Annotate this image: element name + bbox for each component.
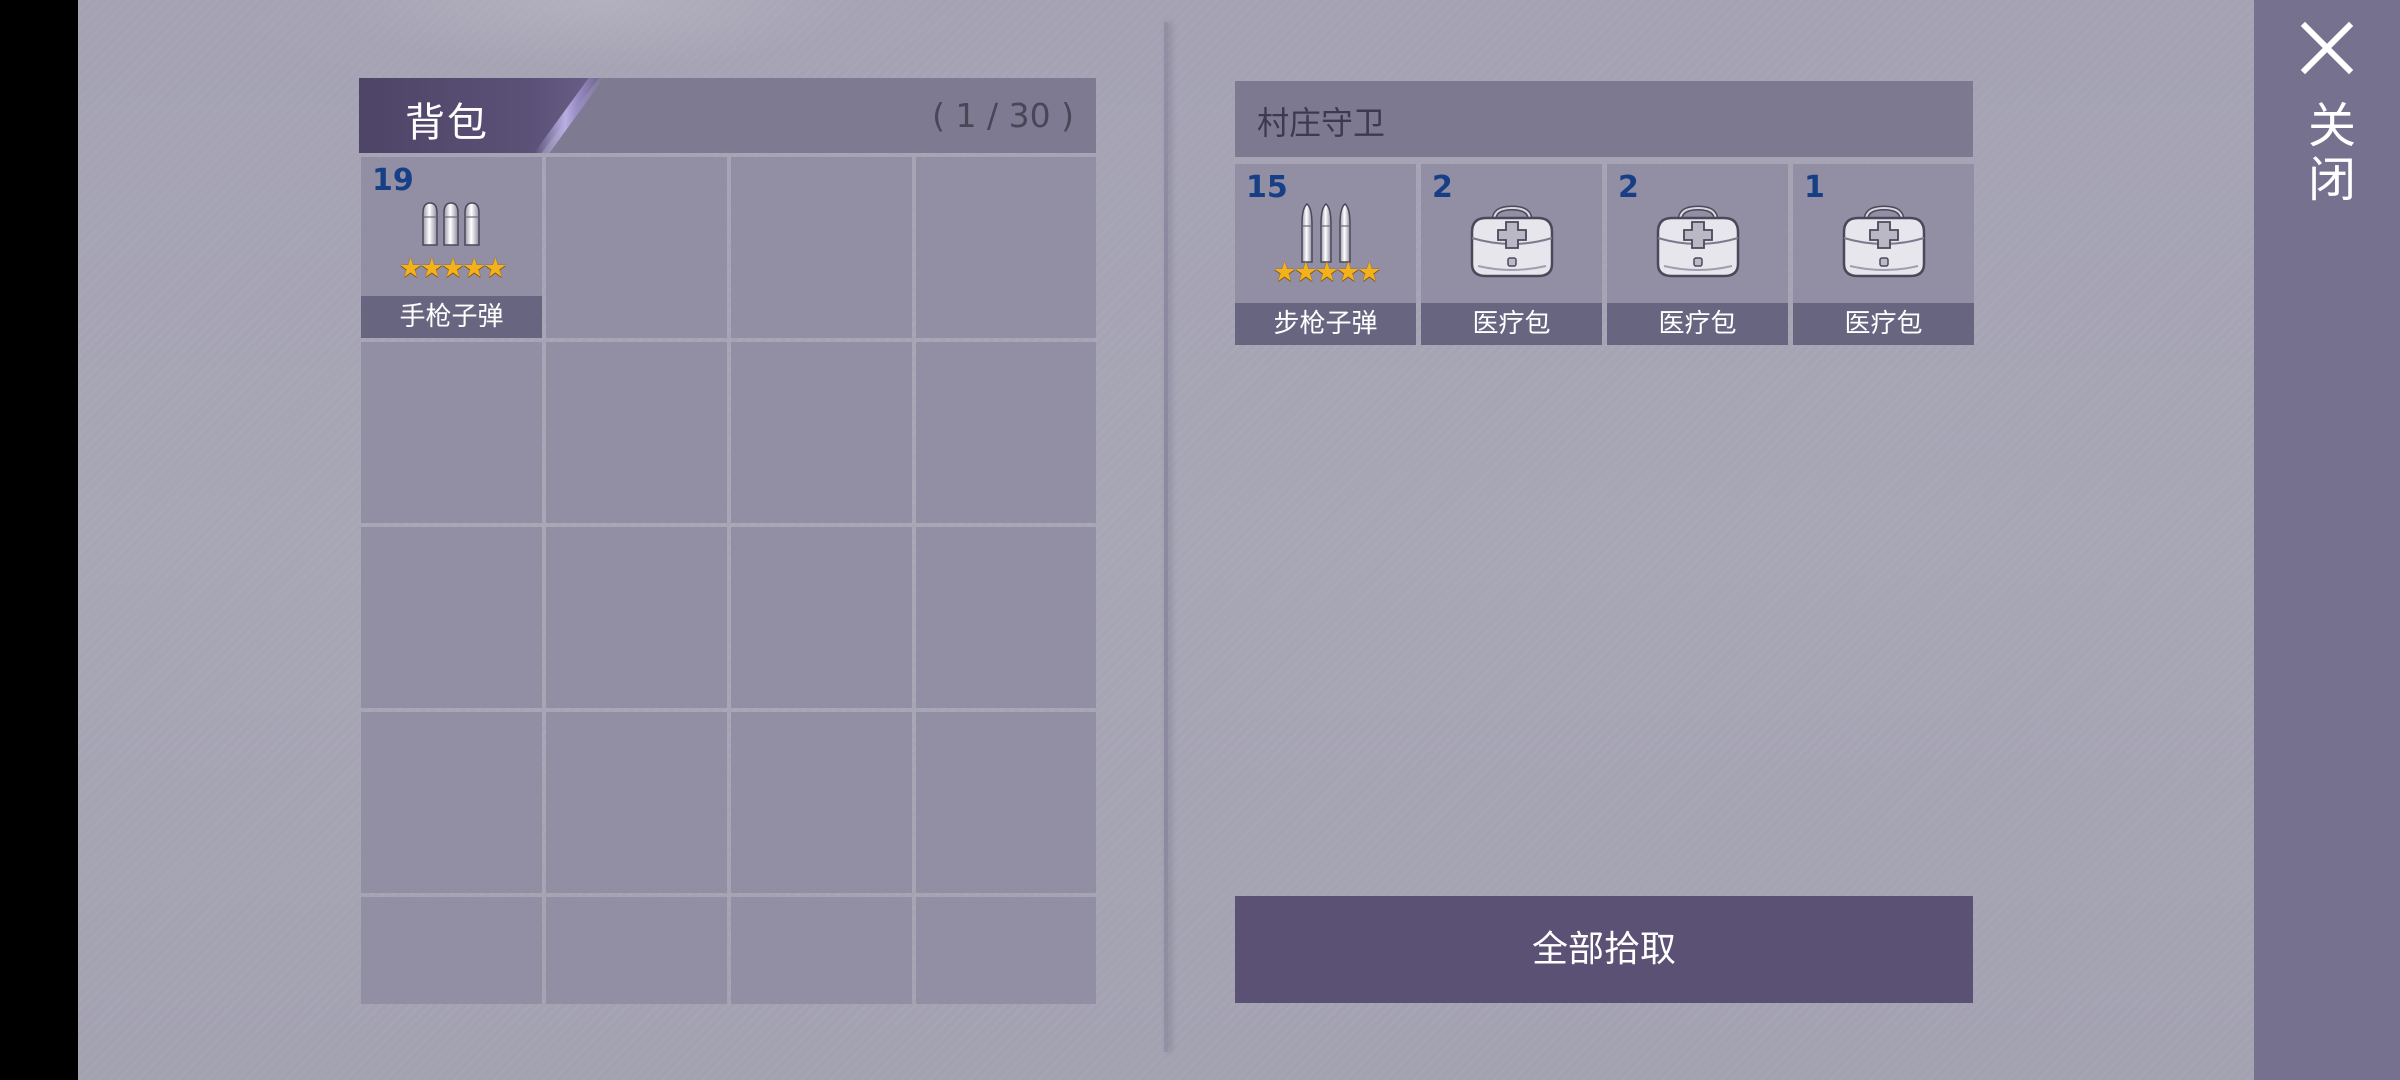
game-screen: 背包 ( 1 / 30 ) 19 ★★★★★ 手枪子弹 村庄守卫 15 ★★★★… (0, 0, 2400, 1080)
item-name: 手枪子弹 (361, 296, 542, 338)
backpack-capacity-count: ( 1 / 30 ) (932, 96, 1074, 135)
loot-slot-item[interactable]: 15 ★★★★★ 步枪子弹 (1235, 164, 1416, 345)
backpack-header: 背包 ( 1 / 30 ) (359, 78, 1096, 153)
close-label: 关闭 (2299, 100, 2355, 208)
backpack-slot-empty[interactable] (731, 712, 912, 893)
pistol-ammo-icon (419, 199, 485, 253)
backpack-slot-empty[interactable] (916, 712, 1096, 893)
medkit-icon (1464, 202, 1560, 286)
item-quantity: 2 (1432, 170, 1453, 205)
backpack-slot-empty[interactable] (731, 897, 912, 1004)
backpack-slot-empty[interactable] (546, 527, 727, 708)
item-quantity: 19 (372, 163, 414, 198)
backpack-slot-empty[interactable] (361, 897, 542, 1004)
item-name: 医疗包 (1793, 303, 1974, 345)
pickup-all-button[interactable]: 全部拾取 (1235, 896, 1973, 1003)
backpack-slot-empty[interactable] (731, 157, 912, 338)
backpack-slot-empty[interactable] (361, 712, 542, 893)
item-quantity: 2 (1618, 170, 1639, 205)
backpack-slot-empty[interactable] (731, 527, 912, 708)
backpack-slot-empty[interactable] (546, 157, 727, 338)
backpack-slot-empty[interactable] (731, 342, 912, 523)
background-art (238, 0, 958, 90)
close-button[interactable]: 关闭 (2254, 0, 2400, 1080)
rarity-stars: ★★★★★ (1272, 257, 1381, 288)
backpack-slot-empty[interactable] (916, 897, 1096, 1004)
panel-divider (1164, 22, 1168, 1052)
backpack-title: 背包 (405, 100, 489, 146)
loot-slot-item[interactable]: 2 医疗包 (1421, 164, 1602, 345)
backpack-slot-empty[interactable] (361, 342, 542, 523)
loot-header: 村庄守卫 (1235, 81, 1973, 157)
item-name: 步枪子弹 (1235, 303, 1416, 345)
loot-slot-item[interactable]: 1 医疗包 (1793, 164, 1974, 345)
backpack-slot-empty[interactable] (546, 897, 727, 1004)
backpack-slot-empty[interactable] (546, 342, 727, 523)
backpack-slot-item[interactable]: 19 ★★★★★ 手枪子弹 (361, 157, 542, 338)
backpack-slot-empty[interactable] (546, 712, 727, 893)
backpack-slot-empty[interactable] (361, 527, 542, 708)
item-quantity: 1 (1804, 170, 1825, 205)
loot-source-title: 村庄守卫 (1257, 104, 1386, 142)
item-quantity: 15 (1246, 170, 1288, 205)
backpack-slot-empty[interactable] (916, 157, 1096, 338)
loot-grid: 15 ★★★★★ 步枪子弹 2 医疗包 2 医疗包 1 医疗包 (1235, 164, 1974, 345)
medkit-icon (1650, 202, 1746, 286)
close-icon[interactable] (2299, 20, 2355, 76)
medkit-icon (1836, 202, 1932, 286)
backpack-slot-empty[interactable] (916, 342, 1096, 523)
rarity-stars: ★★★★★ (398, 253, 507, 284)
backpack-slot-empty[interactable] (916, 527, 1096, 708)
item-name: 医疗包 (1607, 303, 1788, 345)
item-name: 医疗包 (1421, 303, 1602, 345)
backpack-grid: 19 ★★★★★ 手枪子弹 (359, 157, 1096, 1004)
loot-slot-item[interactable]: 2 医疗包 (1607, 164, 1788, 345)
